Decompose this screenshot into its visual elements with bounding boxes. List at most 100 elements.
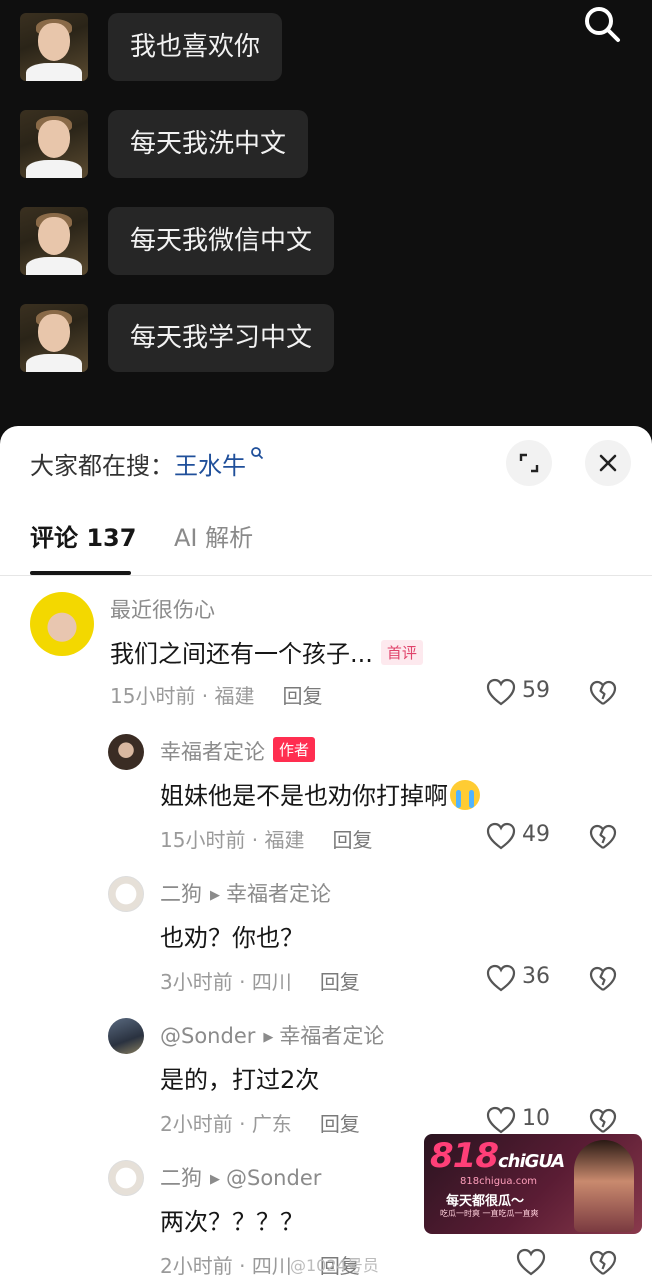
avatar[interactable] <box>108 734 144 770</box>
comment-author: 二狗 ▶ 幸福者定论 <box>160 878 331 908</box>
reply-target-name[interactable]: @Sonder <box>226 1166 321 1190</box>
broken-heart-icon <box>589 1250 617 1275</box>
comment-body: 姐妹他是不是也劝你打掉啊 <box>160 782 448 810</box>
trending-search-keyword[interactable]: 王水牛 <box>174 452 246 480</box>
comment-author[interactable]: 最近很伤心 <box>110 594 215 624</box>
reply-button[interactable]: 回复 <box>283 684 323 708</box>
comment-text: 也劝？你也？ <box>160 924 304 952</box>
comment-author[interactable]: 幸福者定论 作者 <box>160 736 316 766</box>
chat-bubble: 每天我学习中文 <box>108 304 335 372</box>
comment-location: 福建 <box>214 684 255 708</box>
like-count: 59 <box>522 678 550 703</box>
trending-search-prefix: 大家都在搜： <box>30 452 174 480</box>
comment-location: 四川 <box>251 970 292 994</box>
comment-time: 2小时前 <box>160 1254 233 1278</box>
like-count: 36 <box>522 964 550 989</box>
heart-icon <box>486 1106 516 1134</box>
avatar <box>20 304 88 372</box>
ad-subtext: 吃瓜一时爽 一直吃瓜一直爽 <box>440 1209 539 1218</box>
comment-text: 是的，打过2次 <box>160 1066 320 1094</box>
broken-heart-icon <box>589 824 617 849</box>
comment-author-name[interactable]: 二狗 <box>160 1166 202 1190</box>
comment-location: 四川 <box>251 1254 292 1278</box>
avatar[interactable] <box>108 876 144 912</box>
ad-logo: 818chiGUA <box>430 1136 565 1176</box>
like-button[interactable]: 36 <box>486 964 606 994</box>
comment-location: 广东 <box>251 1112 292 1136</box>
like-button[interactable]: 10 <box>486 1106 606 1136</box>
tab-comments[interactable]: 评论 137 <box>30 518 136 553</box>
reply-button[interactable]: 回复 <box>333 828 373 852</box>
comment-author: @Sonder ▶ 幸福者定论 <box>160 1020 384 1050</box>
comment-meta: 2小时前 · 广东 回复 <box>160 1112 360 1136</box>
close-button[interactable] <box>585 440 631 486</box>
avatar <box>20 110 88 178</box>
comment-author-name[interactable]: 二狗 <box>160 882 202 906</box>
reply-target-name[interactable]: 幸福者定论 <box>279 1024 384 1048</box>
reply-button[interactable]: 回复 <box>320 970 360 994</box>
chat-bubble: 每天我洗中文 <box>108 110 309 178</box>
comment-text: 姐妹他是不是也劝你打掉啊 <box>160 776 480 811</box>
watermark-ad: 818chiGUA 818chigua.com 每天都很瓜～ 吃瓜一时爽 一直吃… <box>424 1134 642 1234</box>
avatar[interactable] <box>108 1160 144 1196</box>
tab-underline <box>30 571 131 575</box>
heart-icon <box>486 964 516 992</box>
dislike-button[interactable] <box>589 1250 617 1280</box>
ad-photo <box>574 1140 634 1232</box>
comment-time: 15小时前 <box>160 828 246 852</box>
heart-icon <box>486 678 516 706</box>
search-icon <box>585 7 620 42</box>
comment-time: 3小时前 <box>160 970 233 994</box>
reply-target-name[interactable]: 幸福者定论 <box>226 882 331 906</box>
video-area: 我也喜欢你 每天我洗中文 每天我微信中文 每天我学习中文 <box>0 0 652 440</box>
like-button[interactable] <box>516 1248 636 1278</box>
like-button[interactable]: 49 <box>486 822 606 852</box>
search-button[interactable] <box>578 2 626 46</box>
heart-icon <box>486 822 516 850</box>
reply-arrow-icon: ▶ <box>263 1030 274 1045</box>
expand-icon <box>519 453 539 473</box>
weibo-watermark: @1024号员 <box>290 1256 379 1275</box>
reply-arrow-icon: ▶ <box>210 1172 220 1187</box>
like-count: 49 <box>522 822 550 847</box>
reply-arrow-icon: ▶ <box>210 888 220 903</box>
chat-bubble: 我也喜欢你 <box>108 13 283 81</box>
comment-location: 福建 <box>264 828 305 852</box>
close-icon <box>599 454 617 472</box>
author-badge: 作者 <box>273 737 316 762</box>
trending-search[interactable]: 大家都在搜：王水牛 <box>30 446 264 481</box>
like-count: 10 <box>522 1106 550 1131</box>
comment-author-name[interactable]: 幸福者定论 <box>160 740 265 764</box>
like-button[interactable]: 59 <box>486 678 606 708</box>
broken-heart-icon <box>589 1108 617 1133</box>
reply-button[interactable]: 回复 <box>320 1112 360 1136</box>
crying-emoji-icon <box>450 780 480 810</box>
comment-author: 二狗 ▶ @Sonder <box>160 1162 321 1192</box>
tab-ai-analysis[interactable]: AI 解析 <box>174 518 253 553</box>
avatar[interactable] <box>108 1018 144 1054</box>
dislike-button[interactable] <box>589 966 617 996</box>
avatar <box>20 13 88 81</box>
search-icon <box>246 447 264 464</box>
broken-heart-icon <box>589 680 617 705</box>
avatar[interactable] <box>30 592 94 656</box>
comment-time: 2小时前 <box>160 1112 233 1136</box>
first-comment-badge: 首评 <box>380 640 423 665</box>
ad-logo-number: 818 <box>430 1136 499 1176</box>
comment-text: 两次？？？？ <box>160 1208 304 1236</box>
chat-bubble: 每天我微信中文 <box>108 207 335 275</box>
dislike-button[interactable] <box>589 680 617 710</box>
ad-slogan: 每天都很瓜～ <box>446 1194 525 1209</box>
comment-text: 我们之间还有一个孩子... 首评 <box>110 634 423 669</box>
ad-url: 818chigua.com <box>460 1176 538 1187</box>
heart-icon <box>516 1248 546 1276</box>
ad-logo-text: chiGUA <box>497 1151 565 1172</box>
expand-button[interactable] <box>506 440 552 486</box>
comment-author-name[interactable]: @Sonder <box>160 1024 255 1048</box>
dislike-button[interactable] <box>589 824 617 854</box>
comment-time: 15小时前 <box>110 684 196 708</box>
comment-body: 我们之间还有一个孩子... <box>110 640 373 668</box>
comment-meta: 15小时前 · 福建 回复 <box>110 684 323 708</box>
tab-bar: 评论 137 AI 解析 <box>0 518 652 576</box>
avatar <box>20 207 88 275</box>
